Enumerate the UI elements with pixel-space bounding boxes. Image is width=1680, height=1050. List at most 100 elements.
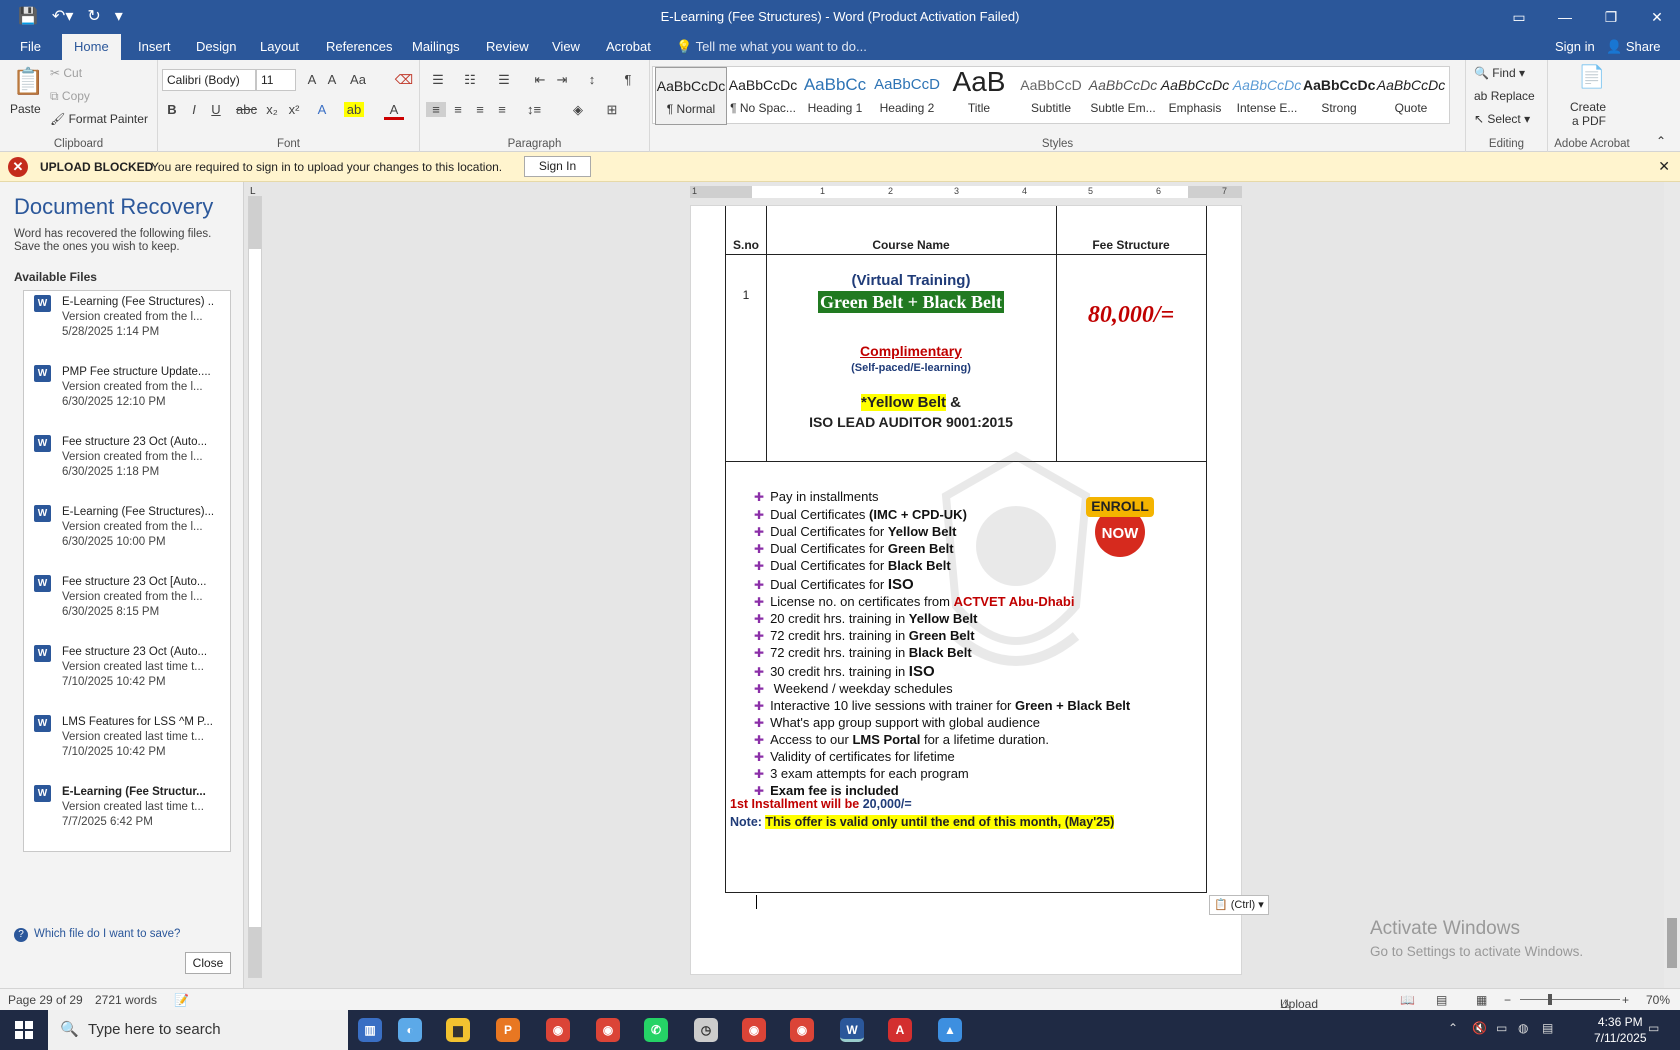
network-icon[interactable]: ▤ bbox=[1542, 1021, 1553, 1035]
increase-indent-icon[interactable]: ⇥ bbox=[552, 72, 572, 88]
style-normal[interactable]: AaBbCcDc ¶ Normal bbox=[655, 67, 727, 125]
zoom-in-icon[interactable]: + bbox=[1622, 993, 1629, 1007]
zoom-slider-thumb[interactable] bbox=[1548, 994, 1552, 1005]
subscript-icon[interactable]: x₂ bbox=[262, 102, 282, 117]
print-layout-icon[interactable]: ▤ bbox=[1436, 993, 1447, 1007]
tab-home[interactable]: Home bbox=[62, 34, 121, 60]
scrollbar-thumb[interactable] bbox=[1667, 918, 1677, 968]
chrome-icon[interactable]: ◉ bbox=[596, 1018, 620, 1042]
numbering-icon[interactable]: ☷ bbox=[460, 72, 480, 88]
list-item[interactable]: W Fee structure 23 Oct (Auto... Version cr… bbox=[24, 431, 230, 501]
system-clock[interactable]: 4:36 PM 7/11/2025 bbox=[1594, 1014, 1647, 1046]
tab-file[interactable]: File bbox=[8, 34, 53, 60]
align-center-icon[interactable]: ≡ bbox=[448, 102, 468, 117]
create-pdf-button[interactable]: Create bbox=[1570, 100, 1606, 114]
which-file-link[interactable]: ? Which file do I want to save? bbox=[14, 928, 180, 942]
acrobat-icon[interactable]: A bbox=[888, 1018, 912, 1042]
document-page[interactable]: S.no Course Name Fee Structure 1 (Virtua… bbox=[690, 205, 1242, 975]
change-case-icon[interactable]: Aa bbox=[348, 72, 368, 87]
word-taskbar-icon[interactable]: W bbox=[840, 1018, 864, 1042]
font-size-box[interactable]: 11 bbox=[256, 69, 296, 91]
volume-icon[interactable]: 🔇 bbox=[1472, 1021, 1487, 1035]
tab-layout[interactable]: Layout bbox=[248, 34, 311, 60]
style-intense-emphasis[interactable]: AaBbCcDc Intense E... bbox=[1231, 67, 1303, 125]
list-item[interactable]: W E-Learning (Fee Structur... Version crea… bbox=[24, 781, 230, 851]
copilot-icon[interactable]: ◐ bbox=[398, 1018, 422, 1042]
tell-me-box[interactable]: 💡 Tell me what you want to do... bbox=[676, 34, 867, 60]
chrome-icon[interactable]: ◉ bbox=[790, 1018, 814, 1042]
pilcrow-icon[interactable]: ¶ bbox=[618, 72, 638, 87]
bullets-icon[interactable]: ☰ bbox=[428, 72, 448, 88]
style-heading-1[interactable]: AaBbCc Heading 1 bbox=[799, 67, 871, 125]
italic-icon[interactable]: I bbox=[184, 102, 204, 117]
align-left-icon[interactable]: ≡ bbox=[426, 102, 446, 117]
style-subtle-emphasis[interactable]: AaBbCcDc Subtle Em... bbox=[1087, 67, 1159, 125]
list-item[interactable]: W E-Learning (Fee Structures)... Version c… bbox=[24, 501, 230, 571]
style-heading-2[interactable]: AaBbCcD Heading 2 bbox=[871, 67, 943, 125]
sort-icon[interactable]: ↕ bbox=[582, 72, 602, 87]
read-mode-icon[interactable]: 📖 bbox=[1400, 993, 1415, 1007]
find-button[interactable]: 🔍 Find ▾ bbox=[1474, 66, 1525, 80]
list-item[interactable]: W LMS Features for LSS ^M P... Version cre… bbox=[24, 711, 230, 781]
multilevel-list-icon[interactable]: ☰ bbox=[494, 72, 514, 88]
windows-start-icon[interactable] bbox=[0, 1010, 48, 1050]
tab-design[interactable]: Design bbox=[184, 34, 248, 60]
proofing-icon[interactable]: 📝 bbox=[174, 993, 189, 1007]
list-item[interactable]: W Fee structure 23 Oct (Auto... Version cr… bbox=[24, 641, 230, 711]
text-effects-icon[interactable]: A bbox=[312, 102, 332, 117]
vertical-scrollbar[interactable] bbox=[1664, 182, 1680, 988]
close-icon[interactable]: ✕ bbox=[1658, 158, 1670, 175]
chrome-icon[interactable]: ◉ bbox=[742, 1018, 766, 1042]
style-strong[interactable]: AaBbCcDc Strong bbox=[1303, 67, 1375, 125]
collapse-ribbon-icon[interactable]: ⌃ bbox=[1656, 134, 1666, 148]
word-count[interactable]: 2721 words bbox=[95, 993, 157, 1007]
style-title[interactable]: AaB Title bbox=[943, 67, 1015, 125]
underline-icon[interactable]: U bbox=[206, 102, 226, 117]
strikethrough-icon[interactable]: abc bbox=[236, 102, 257, 117]
share-button[interactable]: 👤 Share bbox=[1606, 34, 1661, 60]
copy-button[interactable]: ⧉ Copy bbox=[50, 89, 90, 104]
replace-button[interactable]: ab Replace bbox=[1474, 89, 1535, 103]
sign-in-button[interactable]: Sign In bbox=[524, 156, 591, 177]
list-item[interactable]: W Fee structure 23 Oct [Auto... Version cr… bbox=[24, 571, 230, 641]
grow-font-icon[interactable]: A bbox=[302, 72, 322, 87]
tab-insert[interactable]: Insert bbox=[126, 34, 183, 60]
enroll-now-badge[interactable]: ENROLL NOW bbox=[1084, 494, 1156, 558]
line-spacing-icon[interactable]: ↕≡ bbox=[524, 102, 544, 117]
list-item[interactable]: W E-Learning (Fee Structures) .. Version c… bbox=[24, 291, 230, 361]
tray-chevron-icon[interactable]: ⌃ bbox=[1448, 1021, 1458, 1035]
font-name-box[interactable]: Calibri (Body) bbox=[162, 69, 256, 91]
zoom-out-icon[interactable]: − bbox=[1504, 993, 1511, 1007]
photos-icon[interactable]: ▲ bbox=[938, 1018, 962, 1042]
whatsapp-icon[interactable]: ✆ bbox=[644, 1018, 668, 1042]
clock-app-icon[interactable]: ◷ bbox=[694, 1018, 718, 1042]
paste-icon[interactable]: 📋 bbox=[12, 66, 44, 97]
select-button[interactable]: ↖ Select ▾ bbox=[1474, 112, 1530, 126]
web-layout-icon[interactable]: ▦ bbox=[1476, 993, 1487, 1007]
paste-options-button[interactable]: 📋 (Ctrl) ▾ bbox=[1209, 895, 1269, 915]
shading-icon[interactable]: ◈ bbox=[568, 102, 588, 118]
battery-icon[interactable]: ▭ bbox=[1496, 1021, 1507, 1035]
align-right-icon[interactable]: ≡ bbox=[470, 102, 490, 117]
tab-acrobat[interactable]: Acrobat bbox=[594, 34, 663, 60]
font-color-icon[interactable]: A bbox=[384, 102, 404, 120]
paste-button[interactable]: Paste bbox=[10, 102, 41, 116]
list-item[interactable]: W PMP Fee structure Update.... Version cre… bbox=[24, 361, 230, 431]
sign-in-link[interactable]: Sign in bbox=[1555, 34, 1595, 60]
taskbar-search[interactable]: 🔍 Type here to search bbox=[48, 1010, 348, 1050]
app-icon[interactable]: P bbox=[496, 1018, 520, 1042]
task-view-icon[interactable]: ▥ bbox=[358, 1018, 382, 1042]
close-window-icon[interactable]: ✕ bbox=[1634, 0, 1680, 34]
page-count[interactable]: Page 29 of 29 bbox=[8, 993, 83, 1007]
borders-icon[interactable]: ⊞ bbox=[602, 102, 622, 118]
create-pdf-icon[interactable]: 📄 bbox=[1578, 64, 1605, 90]
minimize-icon[interactable]: — bbox=[1542, 0, 1588, 34]
cut-button[interactable]: ✂ Cut bbox=[50, 66, 82, 80]
notifications-icon[interactable]: ▭ bbox=[1648, 1021, 1659, 1035]
shrink-font-icon[interactable]: A bbox=[322, 72, 342, 87]
meet-now-icon[interactable]: ◍ bbox=[1518, 1021, 1528, 1035]
tab-review[interactable]: Review bbox=[474, 34, 541, 60]
tab-view[interactable]: View bbox=[540, 34, 592, 60]
superscript-icon[interactable]: x² bbox=[284, 102, 304, 117]
chrome-icon[interactable]: ◉ bbox=[546, 1018, 570, 1042]
